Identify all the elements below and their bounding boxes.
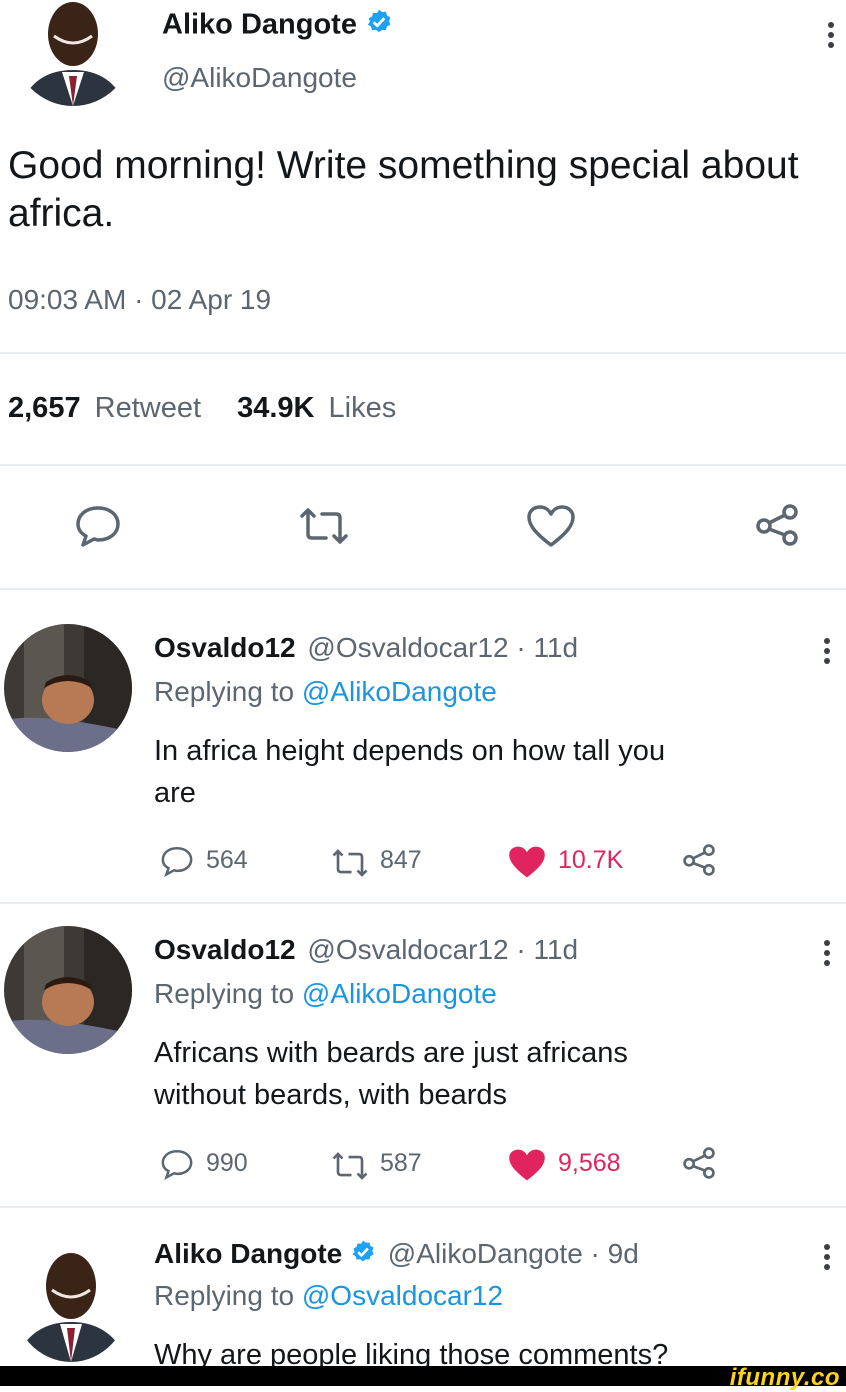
reply-author-name[interactable]: Osvaldo12	[154, 632, 296, 663]
author-name[interactable]: Aliko Dangote	[162, 8, 393, 44]
replying-to-label: Replying to	[154, 1280, 302, 1311]
replying-to-label: Replying to	[154, 676, 302, 707]
reply-text: Africans with beards are just africans w…	[154, 1032, 834, 1116]
watermark: ifunny.co	[729, 1364, 840, 1391]
reply-header: Osvaldo12 @Osvaldocar12 · 11d	[154, 632, 578, 664]
replying-to: Replying to @AlikoDangote	[154, 978, 497, 1010]
retweet-count[interactable]: 2,657	[8, 392, 81, 424]
divider	[0, 902, 846, 904]
retweet-icon[interactable]	[328, 1151, 372, 1181]
replying-to: Replying to @AlikoDangote	[154, 676, 497, 708]
like-count[interactable]: 34.9K	[237, 392, 314, 424]
reply-header: Osvaldo12 @Osvaldocar12 · 11d	[154, 934, 578, 966]
reply-count[interactable]: 564	[206, 846, 248, 875]
share-icon[interactable]	[680, 842, 718, 878]
reply-text-line: are	[154, 777, 196, 809]
tweet-stats: 2,657 Retweet 34.9K Likes	[8, 392, 396, 425]
retweet-icon[interactable]	[296, 506, 352, 546]
reply-icon[interactable]	[74, 504, 122, 548]
reply-icon[interactable]	[160, 845, 194, 877]
tweet-text: Good morning! Write something special ab…	[8, 144, 799, 235]
reply-text-line: Africans with beards are just africans	[154, 1037, 628, 1069]
retweet-count[interactable]: 587	[380, 1149, 422, 1178]
share-icon[interactable]	[752, 502, 802, 548]
divider	[0, 1206, 846, 1208]
watermark-bar	[0, 1366, 846, 1386]
retweet-label[interactable]: Retweet	[95, 392, 201, 424]
reply-avatar[interactable]	[12, 1232, 130, 1362]
author-name-text[interactable]: Aliko Dangote	[162, 9, 357, 41]
reply-author-handle[interactable]: @Osvaldocar12 · 11d	[307, 632, 578, 663]
replying-to-label: Replying to	[154, 978, 302, 1009]
like-count[interactable]: 10.7K	[558, 846, 623, 875]
retweet-count[interactable]: 847	[380, 846, 422, 875]
reply-header: Aliko Dangote @AlikoDangote · 9d	[154, 1238, 639, 1272]
replying-to-link[interactable]: @AlikoDangote	[302, 978, 497, 1009]
author-avatar[interactable]	[14, 0, 132, 106]
divider	[0, 588, 846, 590]
reply-icon[interactable]	[160, 1148, 194, 1180]
reply-author-name[interactable]: Osvaldo12	[154, 934, 296, 965]
replying-to: Replying to @Osvaldocar12	[154, 1280, 503, 1312]
like-count[interactable]: 9,568	[558, 1149, 621, 1178]
more-options-icon[interactable]	[822, 940, 832, 970]
reply-author-handle[interactable]: @AlikoDangote · 9d	[388, 1238, 639, 1269]
more-options-icon[interactable]	[822, 1244, 832, 1274]
verified-badge-icon	[350, 1239, 376, 1272]
reply-text-line: without beards, with beards	[154, 1079, 508, 1111]
retweet-icon[interactable]	[328, 848, 372, 878]
divider	[0, 464, 846, 466]
heart-icon[interactable]	[506, 843, 548, 881]
verified-badge-icon	[365, 8, 393, 44]
divider	[0, 352, 846, 354]
reply-author-handle[interactable]: @Osvaldocar12 · 11d	[307, 934, 578, 965]
reply-count[interactable]: 990	[206, 1149, 248, 1178]
reply-text: In africa height depends on how tall you…	[154, 730, 834, 814]
like-label[interactable]: Likes	[329, 392, 397, 424]
reply-avatar[interactable]	[4, 624, 132, 752]
reply-avatar[interactable]	[4, 926, 132, 1054]
more-options-icon[interactable]	[822, 638, 832, 668]
tweet-timestamp[interactable]: 09:03 AM · 02 Apr 19	[8, 284, 271, 316]
heart-icon[interactable]	[506, 1146, 548, 1184]
reply-text-line: In africa height depends on how tall you	[154, 735, 666, 767]
author-handle[interactable]: @AlikoDangote	[162, 62, 357, 94]
replying-to-link[interactable]: @AlikoDangote	[302, 676, 497, 707]
reply-author-name[interactable]: Aliko Dangote	[154, 1238, 342, 1269]
replying-to-link[interactable]: @Osvaldocar12	[302, 1280, 503, 1311]
heart-icon[interactable]	[525, 503, 577, 549]
more-options-icon[interactable]	[826, 22, 836, 52]
share-icon[interactable]	[680, 1145, 718, 1181]
